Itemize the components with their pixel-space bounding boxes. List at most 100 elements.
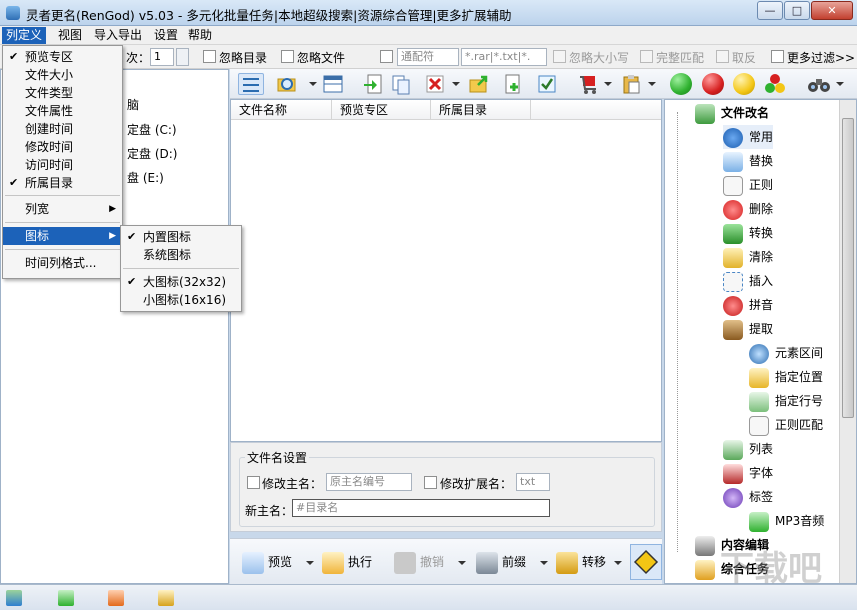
invert-checkbox[interactable] bbox=[716, 50, 729, 63]
tree-item-replace[interactable]: 替换 bbox=[723, 149, 773, 173]
menu-column-def[interactable]: 列定义 bbox=[2, 27, 47, 44]
chevron-down-icon[interactable] bbox=[458, 561, 466, 565]
network-icon[interactable] bbox=[108, 590, 124, 606]
caution-button[interactable] bbox=[630, 544, 662, 580]
tree-item-element-range[interactable]: 元素区间 bbox=[749, 341, 823, 365]
add-file-icon[interactable] bbox=[502, 73, 524, 95]
table-icon[interactable] bbox=[322, 73, 344, 95]
folder-export-icon[interactable] bbox=[468, 73, 490, 95]
tree-item-regex-match[interactable]: 正则匹配 bbox=[749, 413, 823, 437]
binoculars-icon[interactable] bbox=[806, 73, 832, 95]
submenu-item-builtin-icons[interactable]: ✔ 内置图标 bbox=[121, 228, 241, 246]
more-filter-checkbox[interactable] bbox=[771, 50, 784, 63]
tree-item-extract[interactable]: 提取 bbox=[723, 317, 773, 341]
close-button[interactable]: ✕ bbox=[811, 1, 853, 20]
menu-item-directory[interactable]: ✔ 所属目录 bbox=[3, 174, 122, 192]
menu-item-type[interactable]: 文件类型 bbox=[3, 84, 122, 102]
main-name-select[interactable]: 原主名编号 bbox=[326, 473, 412, 491]
menu-item-size[interactable]: 文件大小 bbox=[3, 66, 122, 84]
menu-view[interactable]: 视图 bbox=[54, 27, 86, 44]
chevron-down-icon[interactable] bbox=[452, 82, 460, 86]
chevron-down-icon[interactable] bbox=[836, 82, 844, 86]
modify-ext-checkbox[interactable] bbox=[424, 476, 437, 489]
tree-item-c[interactable]: 定盘 (C:) bbox=[127, 121, 177, 138]
column-header-preview[interactable]: 预览专区 bbox=[332, 100, 431, 120]
ignore-case-checkbox[interactable] bbox=[553, 50, 566, 63]
tree-scrollbar[interactable] bbox=[839, 100, 856, 583]
tree-item-d[interactable]: 定盘 (D:) bbox=[127, 145, 177, 162]
chevron-down-icon[interactable] bbox=[540, 561, 548, 565]
level-input[interactable]: 1 bbox=[150, 48, 174, 66]
tree-item-convert[interactable]: 转换 bbox=[723, 221, 773, 245]
ignore-file-checkbox[interactable] bbox=[281, 50, 294, 63]
tree-item-computer[interactable]: 脑 bbox=[127, 96, 139, 113]
ext-input[interactable]: txt bbox=[516, 473, 550, 491]
multicolor-icon[interactable] bbox=[764, 73, 786, 95]
preview-button[interactable]: 预览 bbox=[242, 547, 292, 577]
menu-item-time-format[interactable]: 时间列格式... bbox=[3, 254, 122, 272]
tree-item-position[interactable]: 指定位置 bbox=[749, 365, 823, 389]
submenu-item-system-icons[interactable]: 系统图标 bbox=[121, 246, 241, 264]
filter-enable-checkbox[interactable] bbox=[380, 50, 393, 63]
yellow-light-icon[interactable] bbox=[733, 73, 755, 95]
minimize-button[interactable]: — bbox=[757, 1, 783, 20]
chevron-down-icon[interactable] bbox=[648, 82, 656, 86]
menu-help[interactable]: 帮助 bbox=[184, 27, 216, 44]
checkmark-icon[interactable] bbox=[6, 590, 22, 606]
new-main-input[interactable]: #目录名 bbox=[292, 499, 550, 517]
level-spinner[interactable] bbox=[176, 48, 189, 66]
wildcard-select[interactable]: 通配符 bbox=[397, 48, 459, 66]
menu-item-created[interactable]: 创建时间 bbox=[3, 120, 122, 138]
menu-settings[interactable]: 设置 bbox=[150, 27, 182, 44]
transfer-button[interactable]: 转移 bbox=[556, 547, 606, 577]
menu-item-width[interactable]: 列宽 ▶ bbox=[3, 200, 122, 218]
import-icon[interactable] bbox=[362, 73, 384, 95]
red-light-icon[interactable] bbox=[702, 73, 724, 95]
menu-import-export[interactable]: 导入导出 bbox=[90, 27, 146, 44]
tree-item-delete[interactable]: 删除 bbox=[723, 197, 773, 221]
clipboard-icon[interactable] bbox=[620, 73, 642, 95]
menu-item-accessed[interactable]: 访问时间 bbox=[3, 156, 122, 174]
scrollbar-thumb[interactable] bbox=[842, 118, 854, 418]
remove-icon[interactable] bbox=[424, 73, 446, 95]
cart-icon[interactable] bbox=[578, 73, 600, 95]
tree-item-e[interactable]: 盘 (E:) bbox=[127, 169, 164, 186]
tree-item-insert[interactable]: 插入 bbox=[723, 269, 773, 293]
undo-button[interactable]: 撤销 bbox=[394, 547, 444, 577]
menu-item-attr[interactable]: 文件属性 bbox=[3, 102, 122, 120]
function-tree-pane[interactable]: 文件改名 常用 替换 正则 删除 转换 清除 插入 拼音 提取 元素区间 指定位… bbox=[664, 99, 857, 584]
tree-item-regex[interactable]: 正则 bbox=[723, 173, 773, 197]
modify-main-checkbox[interactable] bbox=[247, 476, 260, 489]
tree-item-mp3[interactable]: MP3音频 bbox=[749, 509, 824, 533]
more-filter-link[interactable]: 更多过滤>> bbox=[787, 49, 855, 66]
tree-root-rename[interactable]: 文件改名 bbox=[695, 101, 769, 125]
tree-item-clear[interactable]: 清除 bbox=[723, 245, 773, 269]
column-header-directory[interactable]: 所属目录 bbox=[431, 100, 531, 120]
ext-filter-input[interactable]: *.rar|*.txt|*. bbox=[461, 48, 547, 66]
execute-button[interactable]: 执行 bbox=[322, 547, 372, 577]
chevron-down-icon[interactable] bbox=[309, 82, 317, 86]
file-list[interactable]: 文件名称 预览专区 所属目录 bbox=[230, 99, 662, 442]
speaker-icon[interactable] bbox=[158, 590, 174, 606]
menu-item-preview[interactable]: ✔ 预览专区 bbox=[3, 48, 122, 66]
tree-item-line-number[interactable]: 指定行号 bbox=[749, 389, 823, 413]
submenu-item-large-icons[interactable]: ✔ 大图标(32x32) bbox=[121, 273, 241, 291]
chevron-down-icon[interactable] bbox=[614, 561, 622, 565]
maximize-button[interactable]: □ bbox=[784, 1, 810, 20]
exact-match-checkbox[interactable] bbox=[640, 50, 653, 63]
column-header-filename[interactable]: 文件名称 bbox=[231, 100, 332, 120]
add-icon[interactable] bbox=[58, 590, 74, 606]
ignore-dir-checkbox[interactable] bbox=[203, 50, 216, 63]
menu-item-icon[interactable]: 图标 ▶ bbox=[3, 227, 122, 245]
tree-item-font[interactable]: 字体 bbox=[723, 461, 773, 485]
search-folder-icon[interactable] bbox=[276, 73, 298, 95]
check-file-icon[interactable] bbox=[536, 73, 558, 95]
tree-item-list[interactable]: 列表 bbox=[723, 437, 773, 461]
copy-icon[interactable] bbox=[390, 73, 412, 95]
menu-item-modified[interactable]: 修改时间 bbox=[3, 138, 122, 156]
chevron-down-icon[interactable] bbox=[306, 561, 314, 565]
tree-item-tag[interactable]: 标签 bbox=[723, 485, 773, 509]
tree-item-common[interactable]: 常用 bbox=[723, 125, 774, 149]
prefix-button[interactable]: 前缀 bbox=[476, 547, 526, 577]
green-light-icon[interactable] bbox=[670, 73, 692, 95]
